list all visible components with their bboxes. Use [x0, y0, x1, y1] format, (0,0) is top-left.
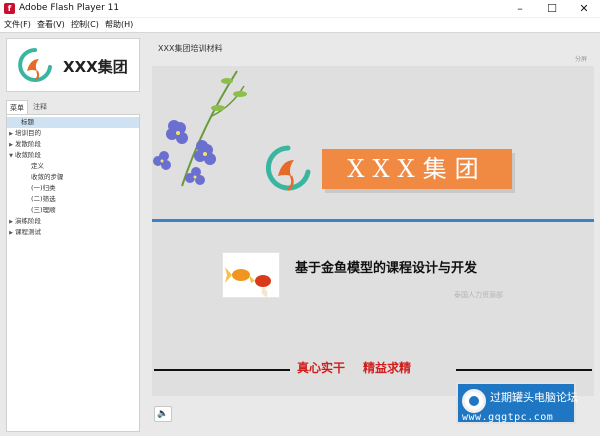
motto-line-right [456, 369, 592, 371]
outline-tree: 标题 ▶ 培训目的 ▶ 发散阶段 ▼ 收敛阶段 定义 收敛的步骤 (一)归类 (二)筛… [6, 114, 140, 432]
tree-item-title[interactable]: 标题 [7, 117, 139, 128]
tree-item-label: 标题 [21, 118, 34, 126]
tree-item-divergent[interactable]: ▶ 发散阶段 [7, 139, 139, 150]
forum-logo-icon [462, 389, 486, 413]
tree-item-label: 定义 [31, 162, 44, 170]
motto: 真心实干 精益求精 [297, 359, 411, 376]
tree-item-label: (二)筛选 [31, 195, 56, 203]
tree-item-convergent[interactable]: ▼ 收敛阶段 [7, 150, 139, 161]
banner-text: XXX集团 [347, 155, 487, 183]
course-title: XXX集团培训材料 [158, 44, 223, 53]
tree-item-label: 发散阶段 [15, 140, 41, 148]
motto-left: 真心实干 [297, 361, 346, 375]
menu-bar: 文件(F) 查看(V) 控制(C) 帮助(H) [0, 18, 600, 32]
tree-item-practice[interactable]: ▶ 演练阶段 [7, 216, 139, 227]
window-title: Adobe Flash Player 11 [19, 3, 120, 13]
tree-item-label: 课程测试 [15, 228, 41, 236]
maximize-button[interactable]: ☐ [536, 0, 568, 18]
chevron-right-icon[interactable]: ▶ [7, 228, 15, 239]
minimize-button[interactable]: – [504, 0, 536, 18]
menu-control[interactable]: 控制(C) [71, 19, 99, 30]
tree-item-label: 收敛阶段 [15, 151, 41, 159]
tab-notes[interactable]: 注释 [30, 100, 54, 114]
flowers-decoration [153, 70, 247, 187]
tree-item-organize[interactable]: (三)理顺 [7, 205, 139, 216]
forum-watermark: 过期罐头电脑论坛 www.gqgtpc.com [456, 382, 578, 424]
menu-help[interactable]: 帮助(H) [105, 19, 133, 30]
window-titlebar: f Adobe Flash Player 11 – ☐ ✕ [0, 0, 600, 18]
sidebar-logo: XXX集团 [6, 38, 140, 92]
tree-item-objectives[interactable]: ▶ 培训目的 [7, 128, 139, 139]
divider-line [152, 219, 594, 222]
forum-url: www.gqgtpc.com [462, 412, 554, 423]
tree-item-label: 演练阶段 [15, 217, 41, 225]
speaker-icon[interactable]: 🔈 [154, 406, 172, 422]
tab-menu[interactable]: 菜单 [6, 100, 28, 114]
tree-item-label: 收敛的步骤 [31, 173, 64, 181]
tree-item-test[interactable]: ▶ 课程测试 [7, 227, 139, 238]
slide-stage: XXX集团 基于金鱼模型的课程设计与开发 泰国人力资源部 真心实干 精益求精 [152, 66, 594, 396]
title-banner: XXX集团 [322, 149, 512, 189]
department-watermark: 泰国人力资源部 [454, 291, 503, 299]
tree-item-label: (一)归类 [31, 184, 56, 192]
logo-company-name: XXX集团 [63, 58, 128, 76]
motto-line-left [154, 369, 290, 371]
tree-item-definition[interactable]: 定义 [7, 161, 139, 172]
close-button[interactable]: ✕ [568, 0, 600, 18]
tree-item-label: (三)理顺 [31, 206, 56, 214]
forum-title: 过期罐头电脑论坛 [490, 391, 578, 404]
tree-item-classify[interactable]: (一)归类 [7, 183, 139, 194]
goldfish-icon [225, 267, 271, 297]
goldfish-image [222, 252, 280, 298]
motto-right: 精益求精 [363, 361, 412, 375]
tree-item-filter[interactable]: (二)筛选 [7, 194, 139, 205]
company-logo-icon [18, 48, 52, 82]
menu-view[interactable]: 查看(V) [37, 19, 65, 30]
tree-item-label: 培训目的 [15, 129, 41, 137]
flash-icon: f [4, 3, 15, 14]
company-logo-large-icon [265, 145, 311, 191]
course-heading: 基于金鱼模型的课程设计与开发 [295, 261, 478, 276]
tree-item-steps[interactable]: 收敛的步骤 [7, 172, 139, 183]
split-screen-label[interactable]: 分屏 [575, 54, 587, 63]
menu-file[interactable]: 文件(F) [4, 19, 31, 30]
